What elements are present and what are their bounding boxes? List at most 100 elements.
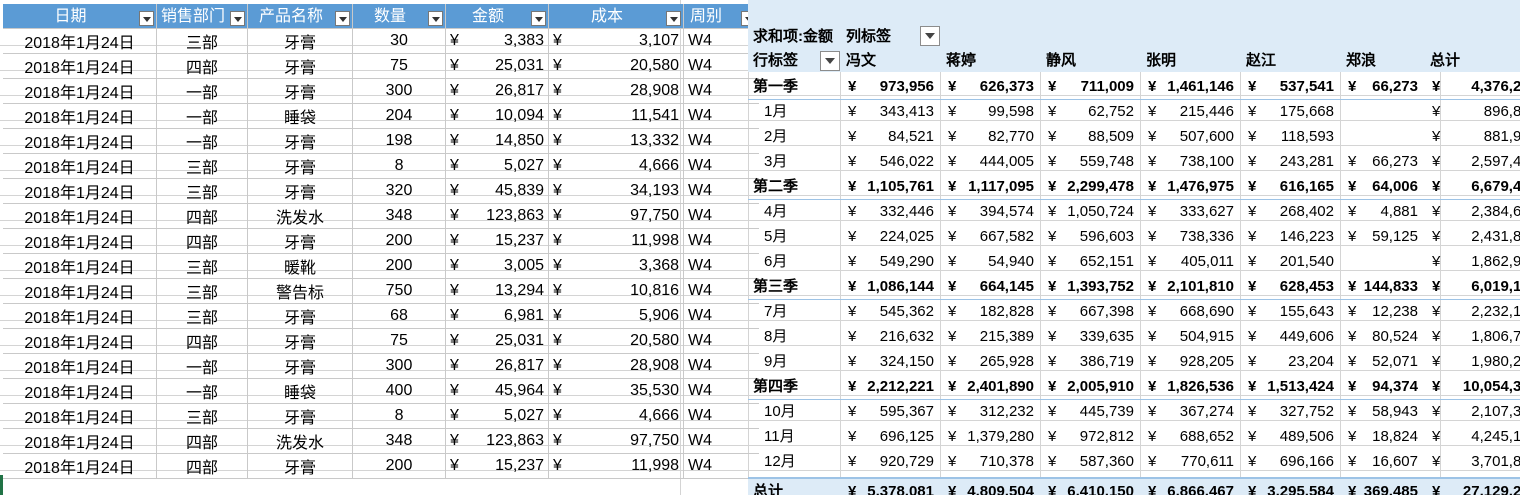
pivot-value-cell[interactable]: 175,668 <box>1244 99 1334 124</box>
cell-product[interactable]: 牙膏 <box>247 403 354 429</box>
pivot-row-label[interactable]: 6月 <box>764 249 787 274</box>
pivot-value-cell[interactable]: 549,290 <box>844 249 934 274</box>
cell-cost[interactable]: ¥35,530 <box>548 378 685 404</box>
cell-date[interactable]: 2018年1月24日 <box>3 453 157 479</box>
pivot-value-cell[interactable]: 62,752 <box>1044 99 1134 124</box>
cell-product[interactable]: 睡袋 <box>247 378 354 404</box>
pivot-value-cell[interactable]: 920,729 <box>844 449 934 474</box>
pivot-value-cell[interactable]: 928,205 <box>1144 349 1234 374</box>
pivot-value-cell[interactable]: 99,598 <box>944 99 1034 124</box>
cell-amount[interactable]: ¥123,863 <box>445 203 550 229</box>
cell-product[interactable]: 牙膏 <box>247 53 354 79</box>
cell-product[interactable]: 牙膏 <box>247 328 354 354</box>
pivot-value-cell[interactable]: 973,956 <box>844 74 934 99</box>
cell-cost[interactable]: ¥20,580 <box>548 53 685 79</box>
pivot-value-cell[interactable]: 10,054,356 <box>1448 374 1520 399</box>
pivot-value-cell[interactable]: 881,994 <box>1448 124 1520 149</box>
pivot-value-cell[interactable]: 5,378,081 <box>844 479 934 495</box>
cell-quantity[interactable]: 320 <box>352 178 447 204</box>
cell-department[interactable]: 四部 <box>156 228 249 254</box>
cell-cost[interactable]: ¥97,750 <box>548 203 685 229</box>
pivot-value-cell[interactable]: 23,204 <box>1244 349 1334 374</box>
cell-product[interactable]: 牙膏 <box>247 353 354 379</box>
pivot-value-cell[interactable]: 626,373 <box>944 74 1034 99</box>
cell-product[interactable]: 暖靴 <box>247 253 354 279</box>
pivot-value-cell[interactable]: 144,833 <box>1328 274 1418 299</box>
column-header-cost[interactable]: 成本 <box>548 4 685 29</box>
cell-department[interactable]: 四部 <box>156 428 249 454</box>
pivot-row-label[interactable]: 7月 <box>764 299 787 324</box>
filter-dropdown-icon[interactable] <box>428 11 444 26</box>
pivot-row-label[interactable]: 12月 <box>764 449 796 474</box>
cell-date[interactable]: 2018年1月24日 <box>3 178 157 204</box>
pivot-value-cell[interactable]: 628,453 <box>1244 274 1334 299</box>
cell-quantity[interactable]: 200 <box>352 453 447 479</box>
cell-department[interactable]: 三部 <box>156 303 249 329</box>
row-filter-dropdown-icon[interactable] <box>820 51 840 71</box>
cell-amount[interactable]: ¥13,294 <box>445 278 550 304</box>
cell-quantity[interactable]: 204 <box>352 103 447 129</box>
cell-product[interactable]: 牙膏 <box>247 153 354 179</box>
pivot-value-cell[interactable]: 4,245,198 <box>1448 424 1520 449</box>
filter-dropdown-icon[interactable] <box>230 11 246 26</box>
cell-amount[interactable]: ¥6,981 <box>445 303 550 329</box>
cell-cost[interactable]: ¥11,998 <box>548 453 685 479</box>
pivot-value-cell[interactable]: 537,541 <box>1244 74 1334 99</box>
pivot-value-cell[interactable]: 4,809,504 <box>944 479 1034 495</box>
cell-department[interactable]: 三部 <box>156 403 249 429</box>
cell-cost[interactable]: ¥3,368 <box>548 253 685 279</box>
pivot-value-cell[interactable]: 2,005,910 <box>1044 374 1134 399</box>
cell-amount[interactable]: ¥45,839 <box>445 178 550 204</box>
pivot-value-cell[interactable]: 6,679,480 <box>1448 174 1520 199</box>
pivot-value-cell[interactable]: 84,521 <box>844 124 934 149</box>
cell-date[interactable]: 2018年1月24日 <box>3 253 157 279</box>
cell-quantity[interactable]: 8 <box>352 403 447 429</box>
cell-department[interactable]: 四部 <box>156 453 249 479</box>
pivot-value-cell[interactable]: 2,299,478 <box>1044 174 1134 199</box>
pivot-value-cell[interactable]: 3,295,584 <box>1244 479 1334 495</box>
filter-dropdown-icon[interactable] <box>666 11 682 26</box>
pivot-value-cell[interactable]: 1,461,146 <box>1144 74 1234 99</box>
pivot-value-cell[interactable]: 587,360 <box>1044 449 1134 474</box>
cell-quantity[interactable]: 8 <box>352 153 447 179</box>
pivot-row-label[interactable]: 第三季 <box>753 274 798 299</box>
pivot-value-cell[interactable]: 94,374 <box>1328 374 1418 399</box>
pivot-value-cell[interactable]: 1,050,724 <box>1044 199 1134 224</box>
pivot-value-cell[interactable]: 2,107,307 <box>1448 399 1520 424</box>
pivot-value-cell[interactable]: 88,509 <box>1044 124 1134 149</box>
cell-date[interactable]: 2018年1月24日 <box>3 203 157 229</box>
pivot-value-cell[interactable]: 327,752 <box>1244 399 1334 424</box>
pivot-row-label[interactable]: 5月 <box>764 224 787 249</box>
pivot-value-cell[interactable]: 1,862,932 <box>1448 249 1520 274</box>
pivot-value-cell[interactable]: 445,739 <box>1044 399 1134 424</box>
pivot-value-cell[interactable]: 1,117,095 <box>944 174 1034 199</box>
cell-quantity[interactable]: 198 <box>352 128 447 154</box>
pivot-row-label[interactable]: 1月 <box>764 99 787 124</box>
pivot-value-cell[interactable]: 449,606 <box>1244 324 1334 349</box>
pivot-row-label[interactable]: 4月 <box>764 199 787 224</box>
pivot-value-cell[interactable]: 1,086,144 <box>844 274 934 299</box>
cell-cost[interactable]: ¥4,666 <box>548 403 685 429</box>
cell-amount[interactable]: ¥25,031 <box>445 328 550 354</box>
cell-quantity[interactable]: 300 <box>352 353 447 379</box>
pivot-value-cell[interactable]: 27,129,271 <box>1448 479 1520 495</box>
cell-date[interactable]: 2018年1月24日 <box>3 28 157 54</box>
pivot-value-cell[interactable]: 444,005 <box>944 149 1034 174</box>
cell-product[interactable]: 牙膏 <box>247 128 354 154</box>
pivot-value-cell[interactable]: 216,632 <box>844 324 934 349</box>
pivot-value-cell[interactable]: 667,582 <box>944 224 1034 249</box>
cell-cost[interactable]: ¥11,541 <box>548 103 685 129</box>
pivot-value-cell[interactable]: 215,446 <box>1144 99 1234 124</box>
pivot-value-cell[interactable]: 64,006 <box>1328 174 1418 199</box>
pivot-value-cell[interactable]: 596,603 <box>1044 224 1134 249</box>
pivot-row-label[interactable]: 10月 <box>764 399 796 424</box>
cell-quantity[interactable]: 750 <box>352 278 447 304</box>
pivot-value-cell[interactable]: 667,398 <box>1044 299 1134 324</box>
pivot-value-cell[interactable]: 668,690 <box>1144 299 1234 324</box>
column-header-date[interactable]: 日期 <box>3 4 157 29</box>
pivot-value-cell[interactable]: 696,125 <box>844 424 934 449</box>
pivot-value-cell[interactable]: 312,232 <box>944 399 1034 424</box>
pivot-value-cell[interactable]: 146,223 <box>1244 224 1334 249</box>
cell-date[interactable]: 2018年1月24日 <box>3 328 157 354</box>
cell-amount[interactable]: ¥26,817 <box>445 78 550 104</box>
